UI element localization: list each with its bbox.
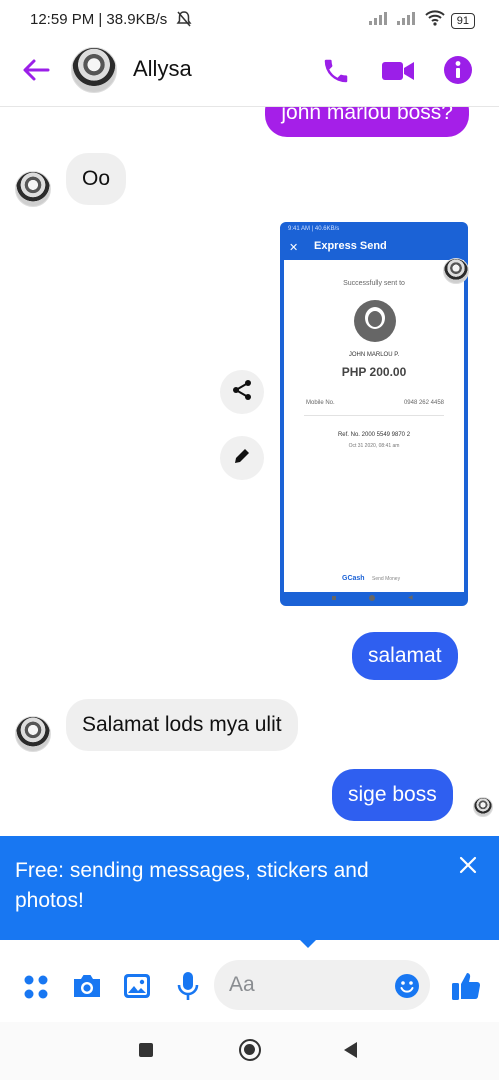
camera-icon[interactable] <box>71 972 103 1005</box>
shot-ref: Ref. No. 2000 5549 9870 2 <box>337 432 411 438</box>
shot-date: Oct 31 2020, 08:41 am <box>348 443 400 449</box>
pencil-icon <box>232 446 252 471</box>
contact-avatar[interactable] <box>71 47 117 93</box>
back-arrow-icon[interactable] <box>22 58 50 87</box>
more-actions-icon[interactable] <box>23 974 49 1005</box>
partial-message-clip: john marlou boss? <box>0 107 499 138</box>
message-input-placeholder: Aa <box>229 973 255 996</box>
video-call-icon[interactable] <box>381 57 415 90</box>
home-button[interactable] <box>239 1039 261 1061</box>
edit-image-button[interactable] <box>220 436 264 480</box>
thumbs-up-icon[interactable] <box>450 970 482 1007</box>
shot-sent-to: Successfully sent to <box>343 280 405 287</box>
info-icon[interactable] <box>443 55 473 90</box>
shot-receipt: Successfully sent to JOHN MARLOU P. PHP … <box>284 260 464 592</box>
sender-avatar[interactable] <box>15 171 51 207</box>
promo-text: Free: sending messages, stickers and pho… <box>15 859 369 912</box>
contact-name[interactable]: Allysa <box>133 56 192 82</box>
shot-user-icon <box>354 300 396 342</box>
message-input[interactable]: Aa <box>214 960 430 1010</box>
shot-nav-circle <box>369 595 375 601</box>
gallery-icon[interactable] <box>122 972 152 1005</box>
phone-call-icon[interactable] <box>321 56 351 91</box>
message-out-partial[interactable]: john marlou boss? <box>265 107 469 137</box>
promo-close-icon[interactable] <box>459 856 477 879</box>
emoji-icon[interactable] <box>394 973 420 1004</box>
shot-nav-square <box>332 596 336 600</box>
promo-pointer <box>298 938 318 948</box>
shot-footer-brand: GCash <box>342 575 365 582</box>
shot-close-icon: ✕ <box>289 242 299 254</box>
sender-avatar[interactable] <box>15 716 51 752</box>
signal-icon-2 <box>396 11 419 30</box>
shot-title: Express Send <box>314 240 387 252</box>
shot-nav-back: ◀ <box>408 595 413 601</box>
mute-bell-icon <box>176 10 192 33</box>
message-out-salamat[interactable]: salamat <box>352 632 458 680</box>
message-out-sige-boss[interactable]: sige boss <box>332 769 453 821</box>
shot-amount: PHP 200.00 <box>341 365 407 379</box>
wifi-icon <box>425 10 445 31</box>
status-time-speed: 12:59 PM | 38.9KB/s <box>30 11 168 28</box>
status-bar: 12:59 PM | 38.9KB/s 91 <box>0 0 499 42</box>
shot-status: 9:41 AM | 40.6KB/s <box>288 226 340 232</box>
seen-avatar <box>443 258 469 284</box>
shot-mobile-label: Mobile No. <box>306 400 335 406</box>
status-icons: 91 <box>368 10 475 31</box>
message-in-salamat-lods[interactable]: Salamat lods mya ulit <box>66 699 298 751</box>
share-icon <box>231 379 253 406</box>
back-button[interactable] <box>342 1041 358 1064</box>
share-button[interactable] <box>220 370 264 414</box>
shot-mobile-value: 0948 262 4458 <box>403 400 444 406</box>
message-in-oo[interactable]: Oo <box>66 153 127 205</box>
read-receipt-avatar <box>473 797 493 817</box>
signal-icon <box>368 11 391 30</box>
microphone-icon[interactable] <box>175 970 201 1007</box>
shared-image-message[interactable]: 9:41 AM | 40.6KB/s ✕ Express Send Succes… <box>280 222 468 606</box>
shot-recipient: JOHN MARLOU P. <box>348 352 400 358</box>
battery-indicator: 91 <box>450 12 475 29</box>
recent-apps-button[interactable] <box>139 1043 153 1057</box>
shot-footer-text: Send Money <box>372 576 401 582</box>
